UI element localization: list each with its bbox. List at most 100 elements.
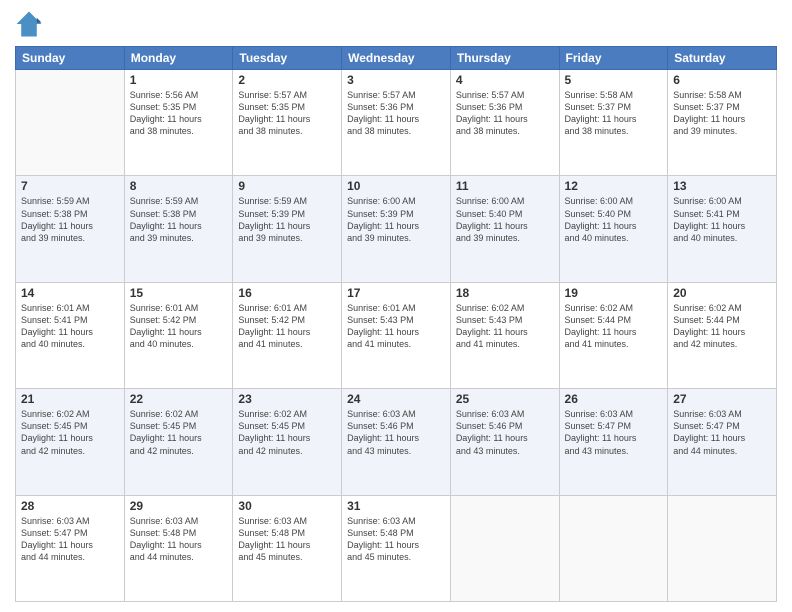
day-number: 28 [21, 499, 119, 513]
day-info: Sunrise: 6:00 AMSunset: 5:41 PMDaylight:… [673, 195, 771, 244]
header-cell-thursday: Thursday [450, 47, 559, 70]
day-info: Sunrise: 6:01 AMSunset: 5:42 PMDaylight:… [238, 302, 336, 351]
day-info: Sunrise: 6:03 AMSunset: 5:47 PMDaylight:… [673, 408, 771, 457]
day-cell: 23 Sunrise: 6:02 AMSunset: 5:45 PMDayligh… [233, 389, 342, 495]
week-row-1: 1 Sunrise: 5:56 AMSunset: 5:35 PMDaylight… [16, 70, 777, 176]
day-info: Sunrise: 6:02 AMSunset: 5:45 PMDaylight:… [238, 408, 336, 457]
header-cell-monday: Monday [124, 47, 233, 70]
day-number: 12 [565, 179, 663, 193]
day-number: 2 [238, 73, 336, 87]
day-cell: 17 Sunrise: 6:01 AMSunset: 5:43 PMDayligh… [342, 282, 451, 388]
day-info: Sunrise: 6:02 AMSunset: 5:45 PMDaylight:… [130, 408, 228, 457]
header-cell-friday: Friday [559, 47, 668, 70]
calendar-table: SundayMondayTuesdayWednesdayThursdayFrid… [15, 46, 777, 602]
day-cell: 18 Sunrise: 6:02 AMSunset: 5:43 PMDayligh… [450, 282, 559, 388]
day-number: 23 [238, 392, 336, 406]
day-info: Sunrise: 6:03 AMSunset: 5:48 PMDaylight:… [130, 515, 228, 564]
day-cell: 7Sunrise: 5:59 AMSunset: 5:38 PMDaylight… [16, 176, 125, 282]
day-number: 7 [21, 179, 119, 193]
header-cell-sunday: Sunday [16, 47, 125, 70]
header [15, 10, 777, 38]
day-cell: 24 Sunrise: 6:03 AMSunset: 5:46 PMDayligh… [342, 389, 451, 495]
day-cell [16, 70, 125, 176]
day-number: 18 [456, 286, 554, 300]
day-cell: 6Sunrise: 5:58 AMSunset: 5:37 PMDaylight… [668, 70, 777, 176]
day-number: 1 [130, 73, 228, 87]
day-number: 31 [347, 499, 445, 513]
day-info: Sunrise: 6:02 AMSunset: 5:43 PMDaylight:… [456, 302, 554, 351]
day-cell: 2 Sunrise: 5:57 AMSunset: 5:35 PMDaylight… [233, 70, 342, 176]
day-info: Sunrise: 5:58 AMSunset: 5:37 PMDaylight:… [565, 89, 663, 138]
day-cell: 3 Sunrise: 5:57 AMSunset: 5:36 PMDaylight… [342, 70, 451, 176]
day-info: Sunrise: 6:00 AMSunset: 5:40 PMDaylight:… [456, 195, 554, 244]
logo [15, 10, 47, 38]
day-cell: 15 Sunrise: 6:01 AMSunset: 5:42 PMDayligh… [124, 282, 233, 388]
header-row: SundayMondayTuesdayWednesdayThursdayFrid… [16, 47, 777, 70]
week-row-5: 28Sunrise: 6:03 AMSunset: 5:47 PMDayligh… [16, 495, 777, 601]
header-cell-tuesday: Tuesday [233, 47, 342, 70]
day-cell [559, 495, 668, 601]
day-info: Sunrise: 5:56 AMSunset: 5:35 PMDaylight:… [130, 89, 228, 138]
day-info: Sunrise: 5:57 AMSunset: 5:36 PMDaylight:… [347, 89, 445, 138]
day-number: 20 [673, 286, 771, 300]
day-cell: 10Sunrise: 6:00 AMSunset: 5:39 PMDayligh… [342, 176, 451, 282]
day-cell: 1 Sunrise: 5:56 AMSunset: 5:35 PMDaylight… [124, 70, 233, 176]
header-cell-saturday: Saturday [668, 47, 777, 70]
day-cell: 19Sunrise: 6:02 AMSunset: 5:44 PMDayligh… [559, 282, 668, 388]
day-info: Sunrise: 6:01 AMSunset: 5:43 PMDaylight:… [347, 302, 445, 351]
day-info: Sunrise: 6:01 AMSunset: 5:41 PMDaylight:… [21, 302, 119, 351]
day-cell: 5 Sunrise: 5:58 AMSunset: 5:37 PMDaylight… [559, 70, 668, 176]
day-cell: 8Sunrise: 5:59 AMSunset: 5:38 PMDaylight… [124, 176, 233, 282]
day-number: 15 [130, 286, 228, 300]
day-cell: 22Sunrise: 6:02 AMSunset: 5:45 PMDayligh… [124, 389, 233, 495]
calendar-header: SundayMondayTuesdayWednesdayThursdayFrid… [16, 47, 777, 70]
day-info: Sunrise: 6:03 AMSunset: 5:48 PMDaylight:… [238, 515, 336, 564]
day-number: 4 [456, 73, 554, 87]
day-cell [668, 495, 777, 601]
page: SundayMondayTuesdayWednesdayThursdayFrid… [0, 0, 792, 612]
day-number: 5 [565, 73, 663, 87]
day-number: 14 [21, 286, 119, 300]
week-row-4: 21 Sunrise: 6:02 AMSunset: 5:45 PMDayligh… [16, 389, 777, 495]
day-info: Sunrise: 5:57 AMSunset: 5:36 PMDaylight:… [456, 89, 554, 138]
day-cell: 30 Sunrise: 6:03 AMSunset: 5:48 PMDayligh… [233, 495, 342, 601]
day-cell: 27 Sunrise: 6:03 AMSunset: 5:47 PMDayligh… [668, 389, 777, 495]
day-info: Sunrise: 6:02 AMSunset: 5:44 PMDaylight:… [673, 302, 771, 351]
day-cell: 29Sunrise: 6:03 AMSunset: 5:48 PMDayligh… [124, 495, 233, 601]
day-info: Sunrise: 6:00 AMSunset: 5:40 PMDaylight:… [565, 195, 663, 244]
day-cell: 26 Sunrise: 6:03 AMSunset: 5:47 PMDayligh… [559, 389, 668, 495]
day-cell: 9Sunrise: 5:59 AMSunset: 5:39 PMDaylight… [233, 176, 342, 282]
header-cell-wednesday: Wednesday [342, 47, 451, 70]
day-number: 13 [673, 179, 771, 193]
day-info: Sunrise: 6:03 AMSunset: 5:47 PMDaylight:… [565, 408, 663, 457]
day-info: Sunrise: 5:58 AMSunset: 5:37 PMDaylight:… [673, 89, 771, 138]
week-row-2: 7Sunrise: 5:59 AMSunset: 5:38 PMDaylight… [16, 176, 777, 282]
day-number: 8 [130, 179, 228, 193]
day-cell [450, 495, 559, 601]
day-number: 11 [456, 179, 554, 193]
day-number: 30 [238, 499, 336, 513]
day-cell: 13 Sunrise: 6:00 AMSunset: 5:41 PMDayligh… [668, 176, 777, 282]
day-number: 26 [565, 392, 663, 406]
day-cell: 12 Sunrise: 6:00 AMSunset: 5:40 PMDayligh… [559, 176, 668, 282]
day-number: 10 [347, 179, 445, 193]
day-cell: 31Sunrise: 6:03 AMSunset: 5:48 PMDayligh… [342, 495, 451, 601]
day-number: 3 [347, 73, 445, 87]
day-cell: 21 Sunrise: 6:02 AMSunset: 5:45 PMDayligh… [16, 389, 125, 495]
day-number: 16 [238, 286, 336, 300]
day-info: Sunrise: 5:57 AMSunset: 5:35 PMDaylight:… [238, 89, 336, 138]
day-number: 25 [456, 392, 554, 406]
day-info: Sunrise: 6:02 AMSunset: 5:45 PMDaylight:… [21, 408, 119, 457]
day-number: 27 [673, 392, 771, 406]
week-row-3: 14 Sunrise: 6:01 AMSunset: 5:41 PMDayligh… [16, 282, 777, 388]
day-cell: 25 Sunrise: 6:03 AMSunset: 5:46 PMDayligh… [450, 389, 559, 495]
day-info: Sunrise: 6:02 AMSunset: 5:44 PMDaylight:… [565, 302, 663, 351]
day-info: Sunrise: 6:03 AMSunset: 5:46 PMDaylight:… [456, 408, 554, 457]
day-cell: 28Sunrise: 6:03 AMSunset: 5:47 PMDayligh… [16, 495, 125, 601]
day-number: 21 [21, 392, 119, 406]
day-number: 17 [347, 286, 445, 300]
day-cell: 11 Sunrise: 6:00 AMSunset: 5:40 PMDayligh… [450, 176, 559, 282]
day-number: 24 [347, 392, 445, 406]
day-info: Sunrise: 6:01 AMSunset: 5:42 PMDaylight:… [130, 302, 228, 351]
day-info: Sunrise: 6:03 AMSunset: 5:46 PMDaylight:… [347, 408, 445, 457]
